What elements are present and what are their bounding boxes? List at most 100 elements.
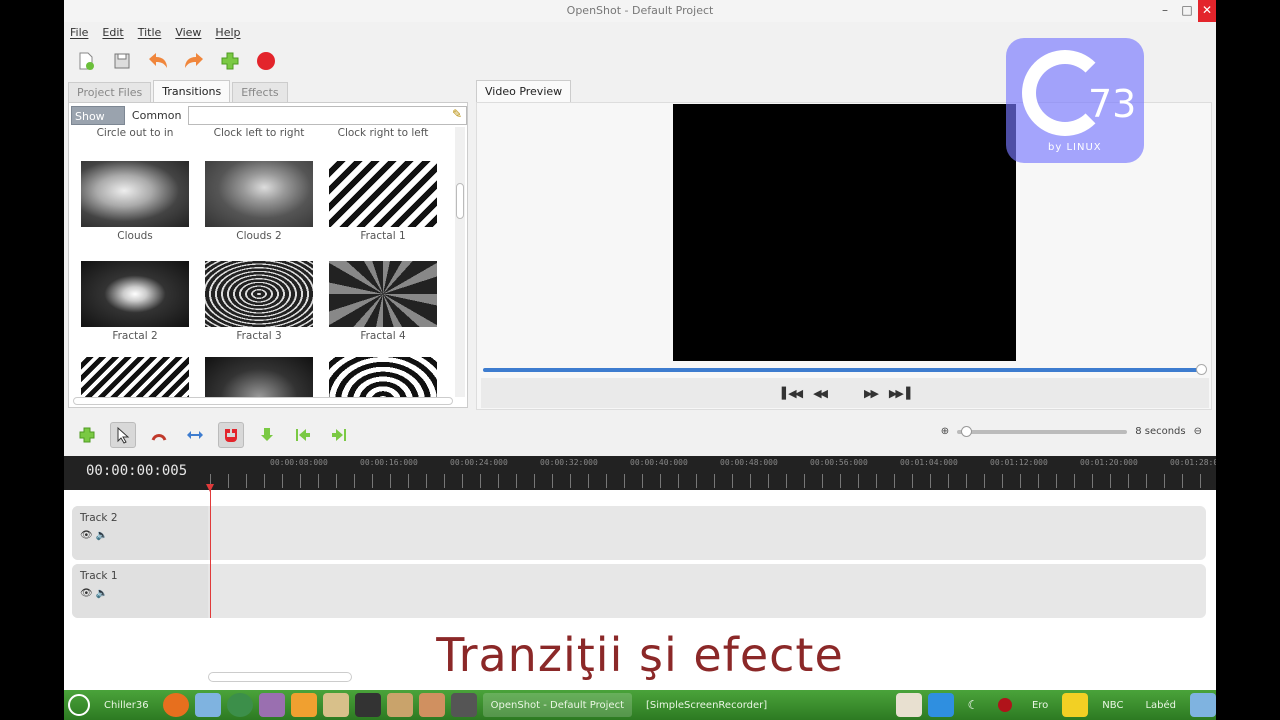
seek-handle[interactable] [1196, 364, 1207, 375]
resize-tool-button[interactable] [182, 422, 208, 448]
add-icon [221, 52, 239, 70]
playhead-marker[interactable] [206, 484, 214, 492]
menu-title[interactable]: Title [138, 26, 162, 39]
common-button[interactable]: Common [129, 106, 185, 125]
transition-fractal-2[interactable]: Fractal 2 [73, 261, 197, 342]
firefox-icon[interactable] [162, 693, 189, 717]
popcorn-icon[interactable] [895, 693, 922, 717]
start-menu-label[interactable]: Chiller36 [96, 693, 157, 717]
undo-button[interactable] [146, 49, 170, 73]
tab-project-files[interactable]: Project Files [68, 82, 152, 102]
camera-icon[interactable] [927, 693, 954, 717]
razor-tool-button[interactable] [146, 422, 172, 448]
redo-button[interactable] [182, 49, 206, 73]
track-2[interactable]: Track 2 👁 🔈 [72, 506, 1206, 560]
undo-icon [149, 53, 167, 68]
zoom-slider-handle[interactable] [961, 425, 973, 437]
start-menu-icon[interactable] [68, 694, 90, 716]
menu-edit[interactable]: Edit [102, 26, 123, 39]
jump-end-icon[interactable]: ▶▶▐ [889, 387, 910, 400]
export-video-button[interactable] [254, 49, 278, 73]
channel-logo: 73 by LINUX [1006, 38, 1144, 163]
transition-fractal-1[interactable]: Fractal 1 [321, 161, 445, 242]
clear-search-icon[interactable]: ✎ [452, 107, 462, 121]
display-icon[interactable] [1190, 693, 1216, 717]
transition-clock-right-to-left[interactable]: Clock right to left [321, 127, 445, 139]
close-icon[interactable]: ✕ [1198, 0, 1216, 22]
video-preview-screen [673, 104, 1016, 361]
transition-clock-left-to-right[interactable]: Clock left to right [197, 127, 321, 139]
previous-marker-button[interactable] [290, 422, 316, 448]
preview-seek-bar[interactable] [483, 364, 1207, 375]
snapping-button[interactable] [218, 422, 244, 448]
timeline-ruler[interactable]: 00:00:00:005 00:00:08:000 00:00:16:000 0… [64, 456, 1216, 490]
task-openshot[interactable]: OpenShot - Default Project [482, 693, 632, 717]
menu-help[interactable]: Help [215, 26, 240, 39]
transition-circle-out-to-in[interactable]: Circle out to in [73, 127, 197, 139]
window-title: OpenShot - Default Project [566, 4, 714, 17]
package-icon[interactable] [386, 693, 413, 717]
files-icon[interactable] [194, 693, 221, 717]
ruler-ticks [210, 474, 1216, 488]
transition-clouds-2[interactable]: Clouds 2 [197, 161, 321, 242]
settings-icon[interactable] [258, 693, 285, 717]
rewind-icon[interactable]: ◀◀ [813, 387, 828, 400]
transition-label: Clouds [117, 230, 153, 242]
transitions-pane: Project Files Transitions Effects Show A… [68, 80, 472, 410]
transition-partial-3[interactable] [321, 357, 445, 397]
timeline-zoom: ⊕ 8 seconds ⊖ [941, 425, 1202, 437]
menu-view[interactable]: View [175, 26, 201, 39]
scrollbar-knob[interactable] [456, 183, 464, 219]
zoom-in-icon[interactable]: ⊕ [941, 426, 949, 437]
fast-forward-icon[interactable]: ▶▶ [864, 387, 879, 400]
transition-partial-2[interactable] [197, 357, 321, 397]
add-marker-button[interactable] [254, 422, 280, 448]
visibility-icon[interactable]: 👁 [80, 530, 93, 541]
ruler-mark: 00:01:12:000 [990, 458, 1048, 467]
box-icon[interactable] [418, 693, 445, 717]
record-indicator-icon[interactable] [992, 693, 1018, 717]
visibility-icon[interactable]: 👁 [80, 588, 93, 599]
add-track-button[interactable] [74, 422, 100, 448]
clock-icon[interactable] [226, 693, 253, 717]
moon-icon[interactable]: ☾ [960, 693, 986, 717]
network-icon[interactable] [1062, 693, 1089, 717]
transition-search-input[interactable]: ✎ [188, 105, 467, 125]
show-all-button[interactable]: Show All [71, 105, 125, 142]
task-screen-recorder[interactable]: [SimpleScreenRecorder] [638, 693, 775, 717]
menu-file[interactable]: File [70, 26, 88, 39]
import-files-button[interactable] [218, 49, 242, 73]
tab-video-preview[interactable]: Video Preview [476, 80, 572, 102]
track-1[interactable]: Track 1 👁 🔈 [72, 564, 1206, 618]
zoom-slider[interactable] [957, 425, 1128, 437]
transition-partial-1[interactable] [73, 357, 197, 397]
select-tool-button[interactable] [110, 422, 136, 448]
zoom-out-icon[interactable]: ⊖ [1194, 426, 1202, 437]
transition-fractal-3[interactable]: Fractal 3 [197, 261, 321, 342]
maximize-icon[interactable]: □ [1176, 0, 1198, 22]
new-project-button[interactable] [74, 49, 98, 73]
audio-icon[interactable]: 🔈 [96, 588, 108, 599]
tab-effects[interactable]: Effects [232, 82, 288, 102]
transitions-horizontal-scrollbar[interactable] [73, 397, 453, 405]
transition-thumbnail [205, 357, 313, 397]
transitions-vertical-scrollbar[interactable] [455, 127, 465, 397]
folder-icon[interactable] [290, 693, 317, 717]
fractal-2-thumbnail [81, 261, 189, 327]
jump-start-icon[interactable]: ▌◀◀ [782, 387, 803, 400]
monitor-icon[interactable] [450, 693, 477, 717]
minimize-icon[interactable]: – [1154, 0, 1176, 22]
marker-icon [261, 428, 273, 441]
new-file-icon [79, 52, 94, 70]
save-project-button[interactable] [110, 49, 134, 73]
transition-fractal-4[interactable]: Fractal 4 [321, 261, 445, 342]
transition-clouds[interactable]: Clouds [73, 161, 197, 242]
transport-controls: ▌◀◀ ◀◀ ▶▶ ▶▶▐ [481, 378, 1209, 408]
next-marker-button[interactable] [326, 422, 352, 448]
terminal-icon[interactable] [354, 693, 381, 717]
ruler-mark: 00:01:04:000 [900, 458, 958, 467]
archive-icon[interactable] [322, 693, 349, 717]
audio-icon[interactable]: 🔈 [96, 530, 108, 541]
tab-transitions[interactable]: Transitions [153, 80, 231, 102]
playhead[interactable] [210, 484, 211, 618]
